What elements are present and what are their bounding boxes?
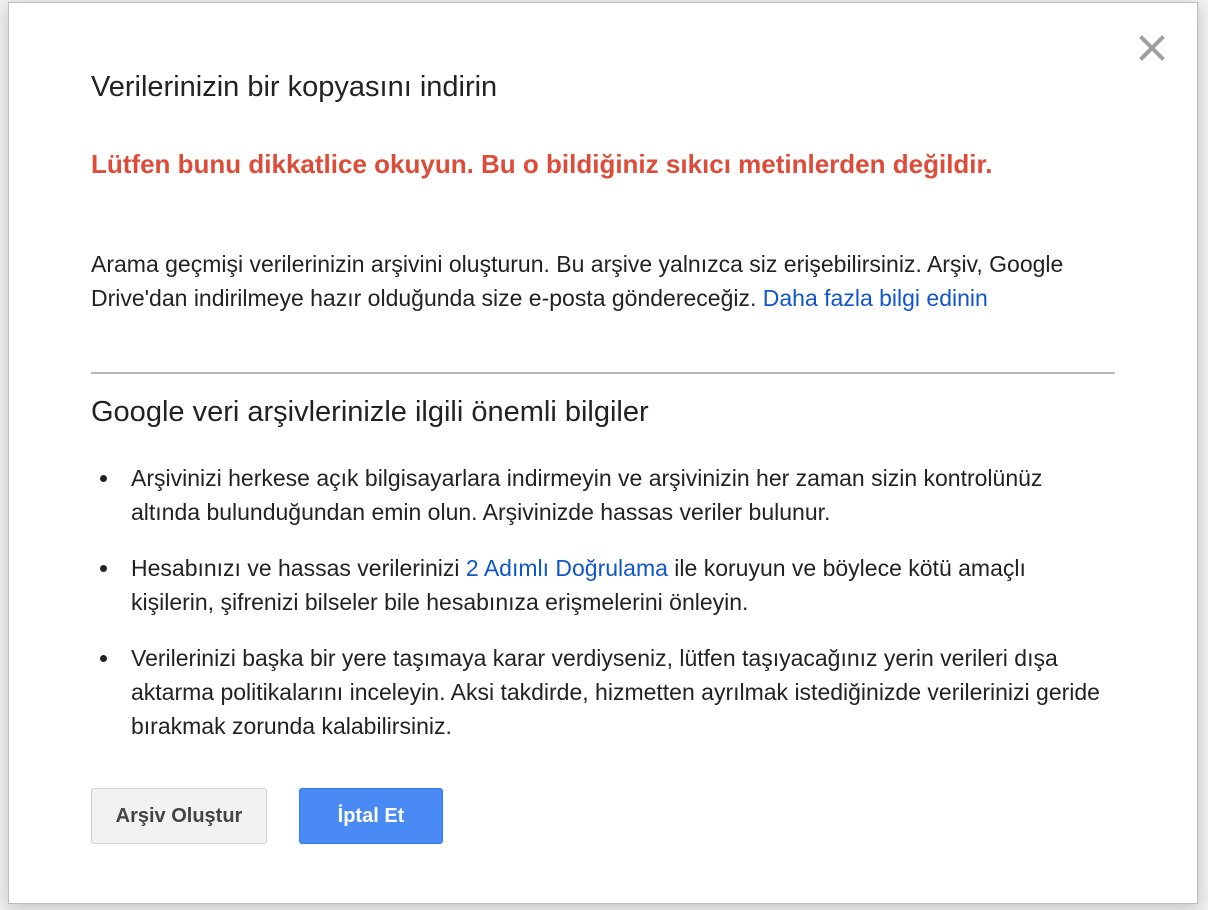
bullet-icon: [100, 475, 107, 482]
list-item: Verilerinizi başka bir yere taşımaya kar…: [91, 641, 1101, 743]
info-section-title: Google veri arşivlerinizle ilgili önemli…: [91, 396, 649, 428]
intro-paragraph: Arama geçmişi verilerinizin arşivini olu…: [91, 247, 1091, 315]
bullet-icon: [100, 655, 107, 662]
list-item-text: Verilerinizi başka bir yere taşımaya kar…: [131, 645, 1100, 739]
warning-message: Lütfen bunu dikkatlice okuyun. Bu o bild…: [91, 149, 993, 179]
list-item-text: Arşivinizi herkese açık bilgisayarlara i…: [131, 465, 1043, 525]
close-icon: [1139, 35, 1165, 61]
list-item-text: Hesabınızı ve hassas verilerinizi: [131, 555, 466, 581]
dialog-title: Verilerinizin bir kopyasını indirin: [91, 71, 498, 103]
section-divider: [91, 372, 1115, 374]
download-data-dialog: Verilerinizin bir kopyasını indirin Lütf…: [8, 2, 1198, 904]
list-item: Arşivinizi herkese açık bilgisayarlara i…: [91, 461, 1101, 529]
create-archive-button[interactable]: Arşiv Oluştur: [91, 788, 267, 844]
bullet-icon: [100, 565, 107, 572]
learn-more-link[interactable]: Daha fazla bilgi edinin: [763, 285, 988, 311]
list-item: Hesabınızı ve hassas verilerinizi 2 Adım…: [91, 551, 1101, 619]
two-step-verification-link[interactable]: 2 Adımlı Doğrulama: [466, 555, 668, 581]
info-list: Arşivinizi herkese açık bilgisayarlara i…: [91, 461, 1101, 765]
close-button[interactable]: [1137, 33, 1167, 63]
cancel-button[interactable]: İptal Et: [299, 788, 443, 844]
